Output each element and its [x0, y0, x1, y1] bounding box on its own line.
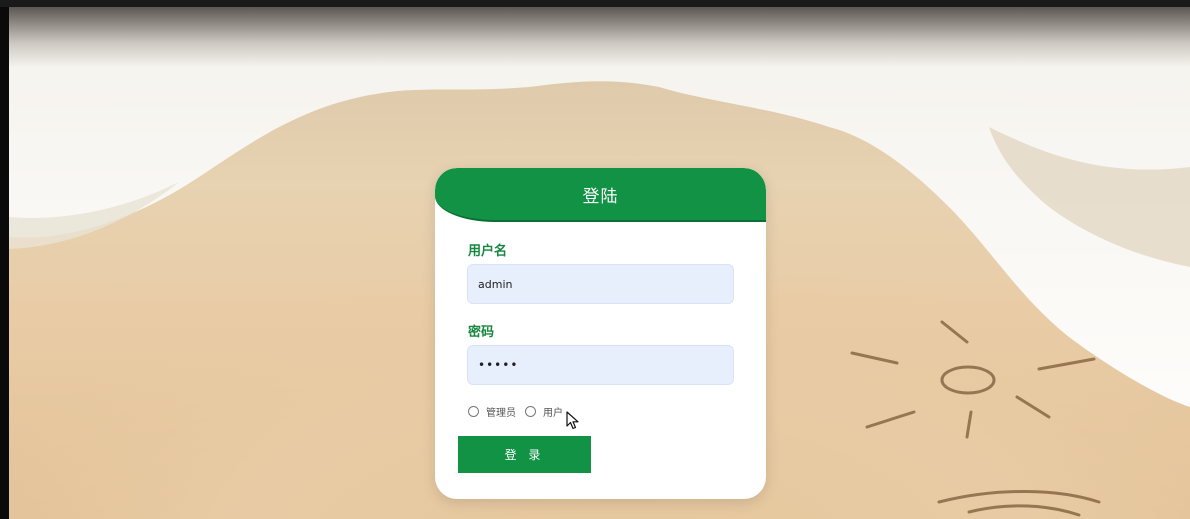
- password-label: 密码: [468, 325, 495, 340]
- username-input[interactable]: admin: [467, 264, 734, 304]
- user-radio-label: 用户: [543, 408, 563, 419]
- top-shadow: [9, 7, 1190, 67]
- password-input[interactable]: •••••: [467, 345, 734, 385]
- login-title: 登陆: [582, 186, 619, 207]
- login-card-header: 登陆: [435, 168, 766, 222]
- username-value: admin: [478, 277, 513, 291]
- mouse-cursor-icon: [566, 411, 579, 430]
- role-option-user[interactable]: 用户: [525, 404, 563, 419]
- screen: 登陆 用户名 admin 密码 ••••• 管理员 用户 登 录: [0, 0, 1190, 519]
- login-card: 登陆 用户名 admin 密码 ••••• 管理员 用户 登 录: [435, 168, 766, 499]
- left-edge: [0, 0, 9, 519]
- admin-radio-label: 管理员: [486, 408, 516, 419]
- role-option-admin[interactable]: 管理员: [468, 404, 516, 419]
- admin-radio[interactable]: [468, 406, 479, 417]
- login-button[interactable]: 登 录: [458, 436, 591, 473]
- username-label: 用户名: [468, 244, 508, 259]
- user-radio[interactable]: [525, 406, 536, 417]
- role-selector: 管理员 用户: [468, 404, 572, 419]
- top-edge: [0, 0, 1190, 7]
- password-value: •••••: [478, 358, 519, 372]
